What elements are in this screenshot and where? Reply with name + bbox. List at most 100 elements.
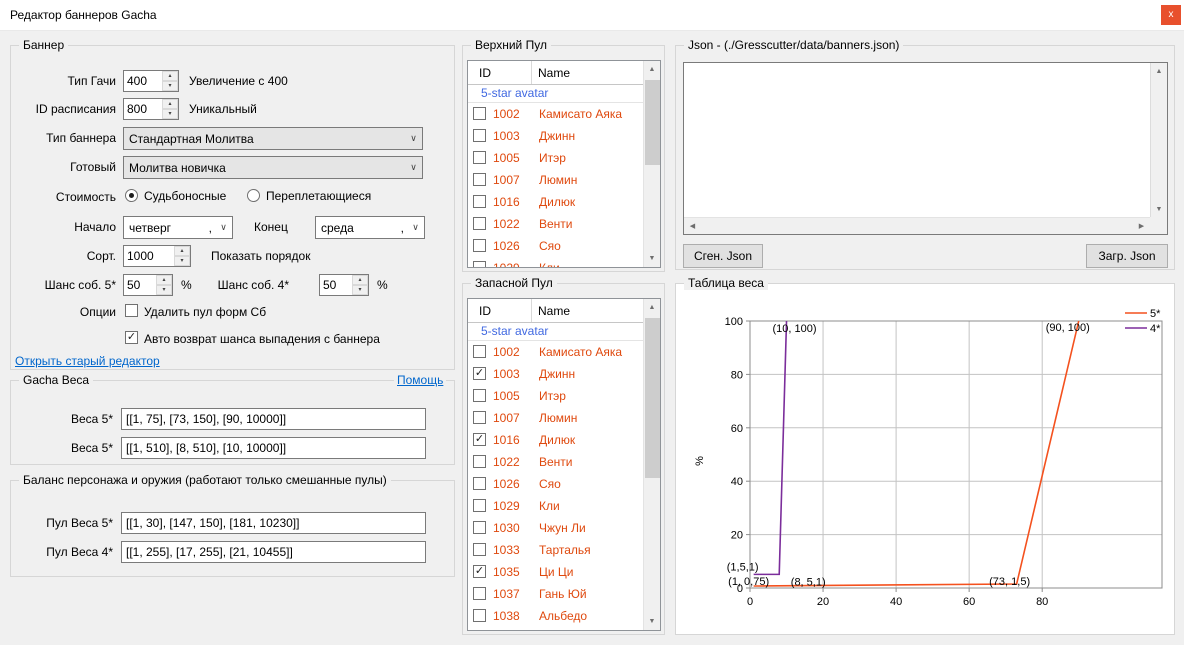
- row-select-checkbox[interactable]: ✓: [473, 367, 486, 380]
- schedule-id-spinner[interactable]: ▴ ▾: [123, 98, 179, 120]
- chance4-input[interactable]: [320, 275, 352, 295]
- row-select-checkbox[interactable]: [473, 345, 486, 358]
- row-select-checkbox[interactable]: [473, 543, 486, 556]
- pool-row[interactable]: 1016Дилюк: [468, 191, 660, 213]
- weights5-input[interactable]: [121, 408, 426, 430]
- pool-row[interactable]: 1007Люмин: [468, 169, 660, 191]
- scroll-down-icon[interactable]: ▼: [1151, 201, 1167, 218]
- preset-select[interactable]: Молитва новичка ∨: [123, 156, 423, 179]
- sort-spinner[interactable]: ▴ ▾: [123, 245, 191, 267]
- cost-radio-intertwined[interactable]: Переплетающиеся: [247, 188, 371, 203]
- chance5-input[interactable]: [124, 275, 156, 295]
- row-select-checkbox[interactable]: [473, 609, 486, 622]
- row-select-checkbox[interactable]: [473, 411, 486, 424]
- spin-down-icon[interactable]: ▾: [156, 285, 172, 295]
- json-editor[interactable]: [684, 63, 1150, 217]
- pool-row[interactable]: 1038Альбедо: [468, 605, 660, 627]
- row-select-checkbox[interactable]: [473, 173, 486, 186]
- row-select-checkbox[interactable]: [473, 477, 486, 490]
- pool-row[interactable]: 1002Камисато Аяка: [468, 103, 660, 125]
- sort-input[interactable]: [124, 246, 174, 266]
- banner-type-select[interactable]: Стандартная Молитва ∨: [123, 127, 423, 150]
- pool-weights4-input[interactable]: [121, 541, 426, 563]
- delete-pool-checkbox[interactable]: [125, 304, 138, 317]
- pool-scrollbar[interactable]: ▲ ▼: [643, 61, 660, 267]
- pool-row[interactable]: 1022Венти: [468, 451, 660, 473]
- end-day-select[interactable]: среда , ∨: [315, 216, 425, 239]
- row-select-checkbox[interactable]: [473, 499, 486, 512]
- row-select-checkbox[interactable]: ✓: [473, 565, 486, 578]
- pool-row[interactable]: 1026Сяо: [468, 473, 660, 495]
- row-select-checkbox[interactable]: [473, 389, 486, 402]
- help-link[interactable]: Помощь: [394, 373, 446, 387]
- gacha-type-input[interactable]: [124, 71, 162, 91]
- auto-return-checkbox[interactable]: ✓: [125, 331, 138, 344]
- chance4-spinner[interactable]: ▴ ▾: [319, 274, 369, 296]
- row-select-checkbox[interactable]: [473, 455, 486, 468]
- pool-scrollbar[interactable]: ▲ ▼: [643, 299, 660, 630]
- pool-row[interactable]: 1022Венти: [468, 213, 660, 235]
- spin-up-icon[interactable]: ▴: [162, 71, 178, 81]
- pool-row[interactable]: 1030Чжун Ли: [468, 517, 660, 539]
- column-header-id[interactable]: ID: [479, 304, 491, 318]
- scroll-left-icon[interactable]: ◀: [684, 218, 701, 234]
- start-day-select[interactable]: четверг , ∨: [123, 216, 233, 239]
- row-select-checkbox[interactable]: [473, 521, 486, 534]
- json-vertical-scrollbar[interactable]: ▲ ▼: [1150, 63, 1167, 218]
- row-select-checkbox[interactable]: [473, 107, 486, 120]
- spin-up-icon[interactable]: ▴: [352, 275, 368, 285]
- scroll-up-icon[interactable]: ▲: [644, 61, 660, 78]
- old-editor-link[interactable]: Открыть старый редактор: [15, 354, 160, 368]
- pool-weights5-input[interactable]: [121, 512, 426, 534]
- load-json-button[interactable]: Загр. Json: [1086, 244, 1168, 268]
- pool-row[interactable]: 1005Итэр: [468, 385, 660, 407]
- pool-row[interactable]: 1007Люмин: [468, 407, 660, 429]
- spin-down-icon[interactable]: ▾: [162, 81, 178, 91]
- column-header-id[interactable]: ID: [479, 66, 491, 80]
- spin-up-icon[interactable]: ▴: [156, 275, 172, 285]
- pool-row[interactable]: ✓1003Джинн: [468, 363, 660, 385]
- row-select-checkbox[interactable]: [473, 129, 486, 142]
- gacha-type-spinner[interactable]: ▴ ▾: [123, 70, 179, 92]
- scroll-up-icon[interactable]: ▲: [1151, 63, 1167, 80]
- pool-row[interactable]: 1037Гань Юй: [468, 583, 660, 605]
- row-select-checkbox[interactable]: [473, 195, 486, 208]
- scroll-right-icon[interactable]: ▶: [1133, 218, 1150, 234]
- spin-up-icon[interactable]: ▴: [174, 246, 190, 256]
- spin-down-icon[interactable]: ▾: [162, 109, 178, 119]
- generate-json-button[interactable]: Сген. Json: [683, 244, 763, 268]
- column-header-name[interactable]: Name: [538, 304, 570, 318]
- weights5b-input[interactable]: [121, 437, 426, 459]
- pool-row[interactable]: 1026Сяо: [468, 235, 660, 257]
- pool-row-id: 1037: [493, 587, 520, 601]
- scrollbar-thumb[interactable]: [645, 318, 660, 478]
- row-select-checkbox[interactable]: ✓: [473, 433, 486, 446]
- pool-row[interactable]: 1029Кли: [468, 257, 660, 268]
- pool-row[interactable]: 1002Камисато Аяка: [468, 341, 660, 363]
- pool-row[interactable]: ✓1035Ци Ци: [468, 561, 660, 583]
- scroll-up-icon[interactable]: ▲: [644, 299, 660, 316]
- row-select-checkbox[interactable]: [473, 587, 486, 600]
- json-horizontal-scrollbar[interactable]: ◀ ▶: [684, 217, 1150, 234]
- cost-radio-fate[interactable]: Судьбоносные: [125, 188, 226, 203]
- scroll-down-icon[interactable]: ▼: [644, 613, 660, 630]
- close-button[interactable]: x: [1161, 5, 1181, 25]
- row-select-checkbox[interactable]: [473, 151, 486, 164]
- spin-down-icon[interactable]: ▾: [352, 285, 368, 295]
- row-select-checkbox[interactable]: [473, 239, 486, 252]
- spinner-buttons: ▴ ▾: [352, 275, 368, 295]
- pool-row[interactable]: 1033Тарталья: [468, 539, 660, 561]
- spin-up-icon[interactable]: ▴: [162, 99, 178, 109]
- scroll-down-icon[interactable]: ▼: [644, 250, 660, 267]
- pool-row[interactable]: 1003Джинн: [468, 125, 660, 147]
- schedule-id-input[interactable]: [124, 99, 162, 119]
- row-select-checkbox[interactable]: [473, 261, 486, 268]
- spin-down-icon[interactable]: ▾: [174, 256, 190, 266]
- chance5-spinner[interactable]: ▴ ▾: [123, 274, 173, 296]
- scrollbar-thumb[interactable]: [645, 80, 660, 165]
- column-header-name[interactable]: Name: [538, 66, 570, 80]
- pool-row[interactable]: 1029Кли: [468, 495, 660, 517]
- row-select-checkbox[interactable]: [473, 217, 486, 230]
- pool-row[interactable]: 1005Итэр: [468, 147, 660, 169]
- pool-row[interactable]: ✓1016Дилюк: [468, 429, 660, 451]
